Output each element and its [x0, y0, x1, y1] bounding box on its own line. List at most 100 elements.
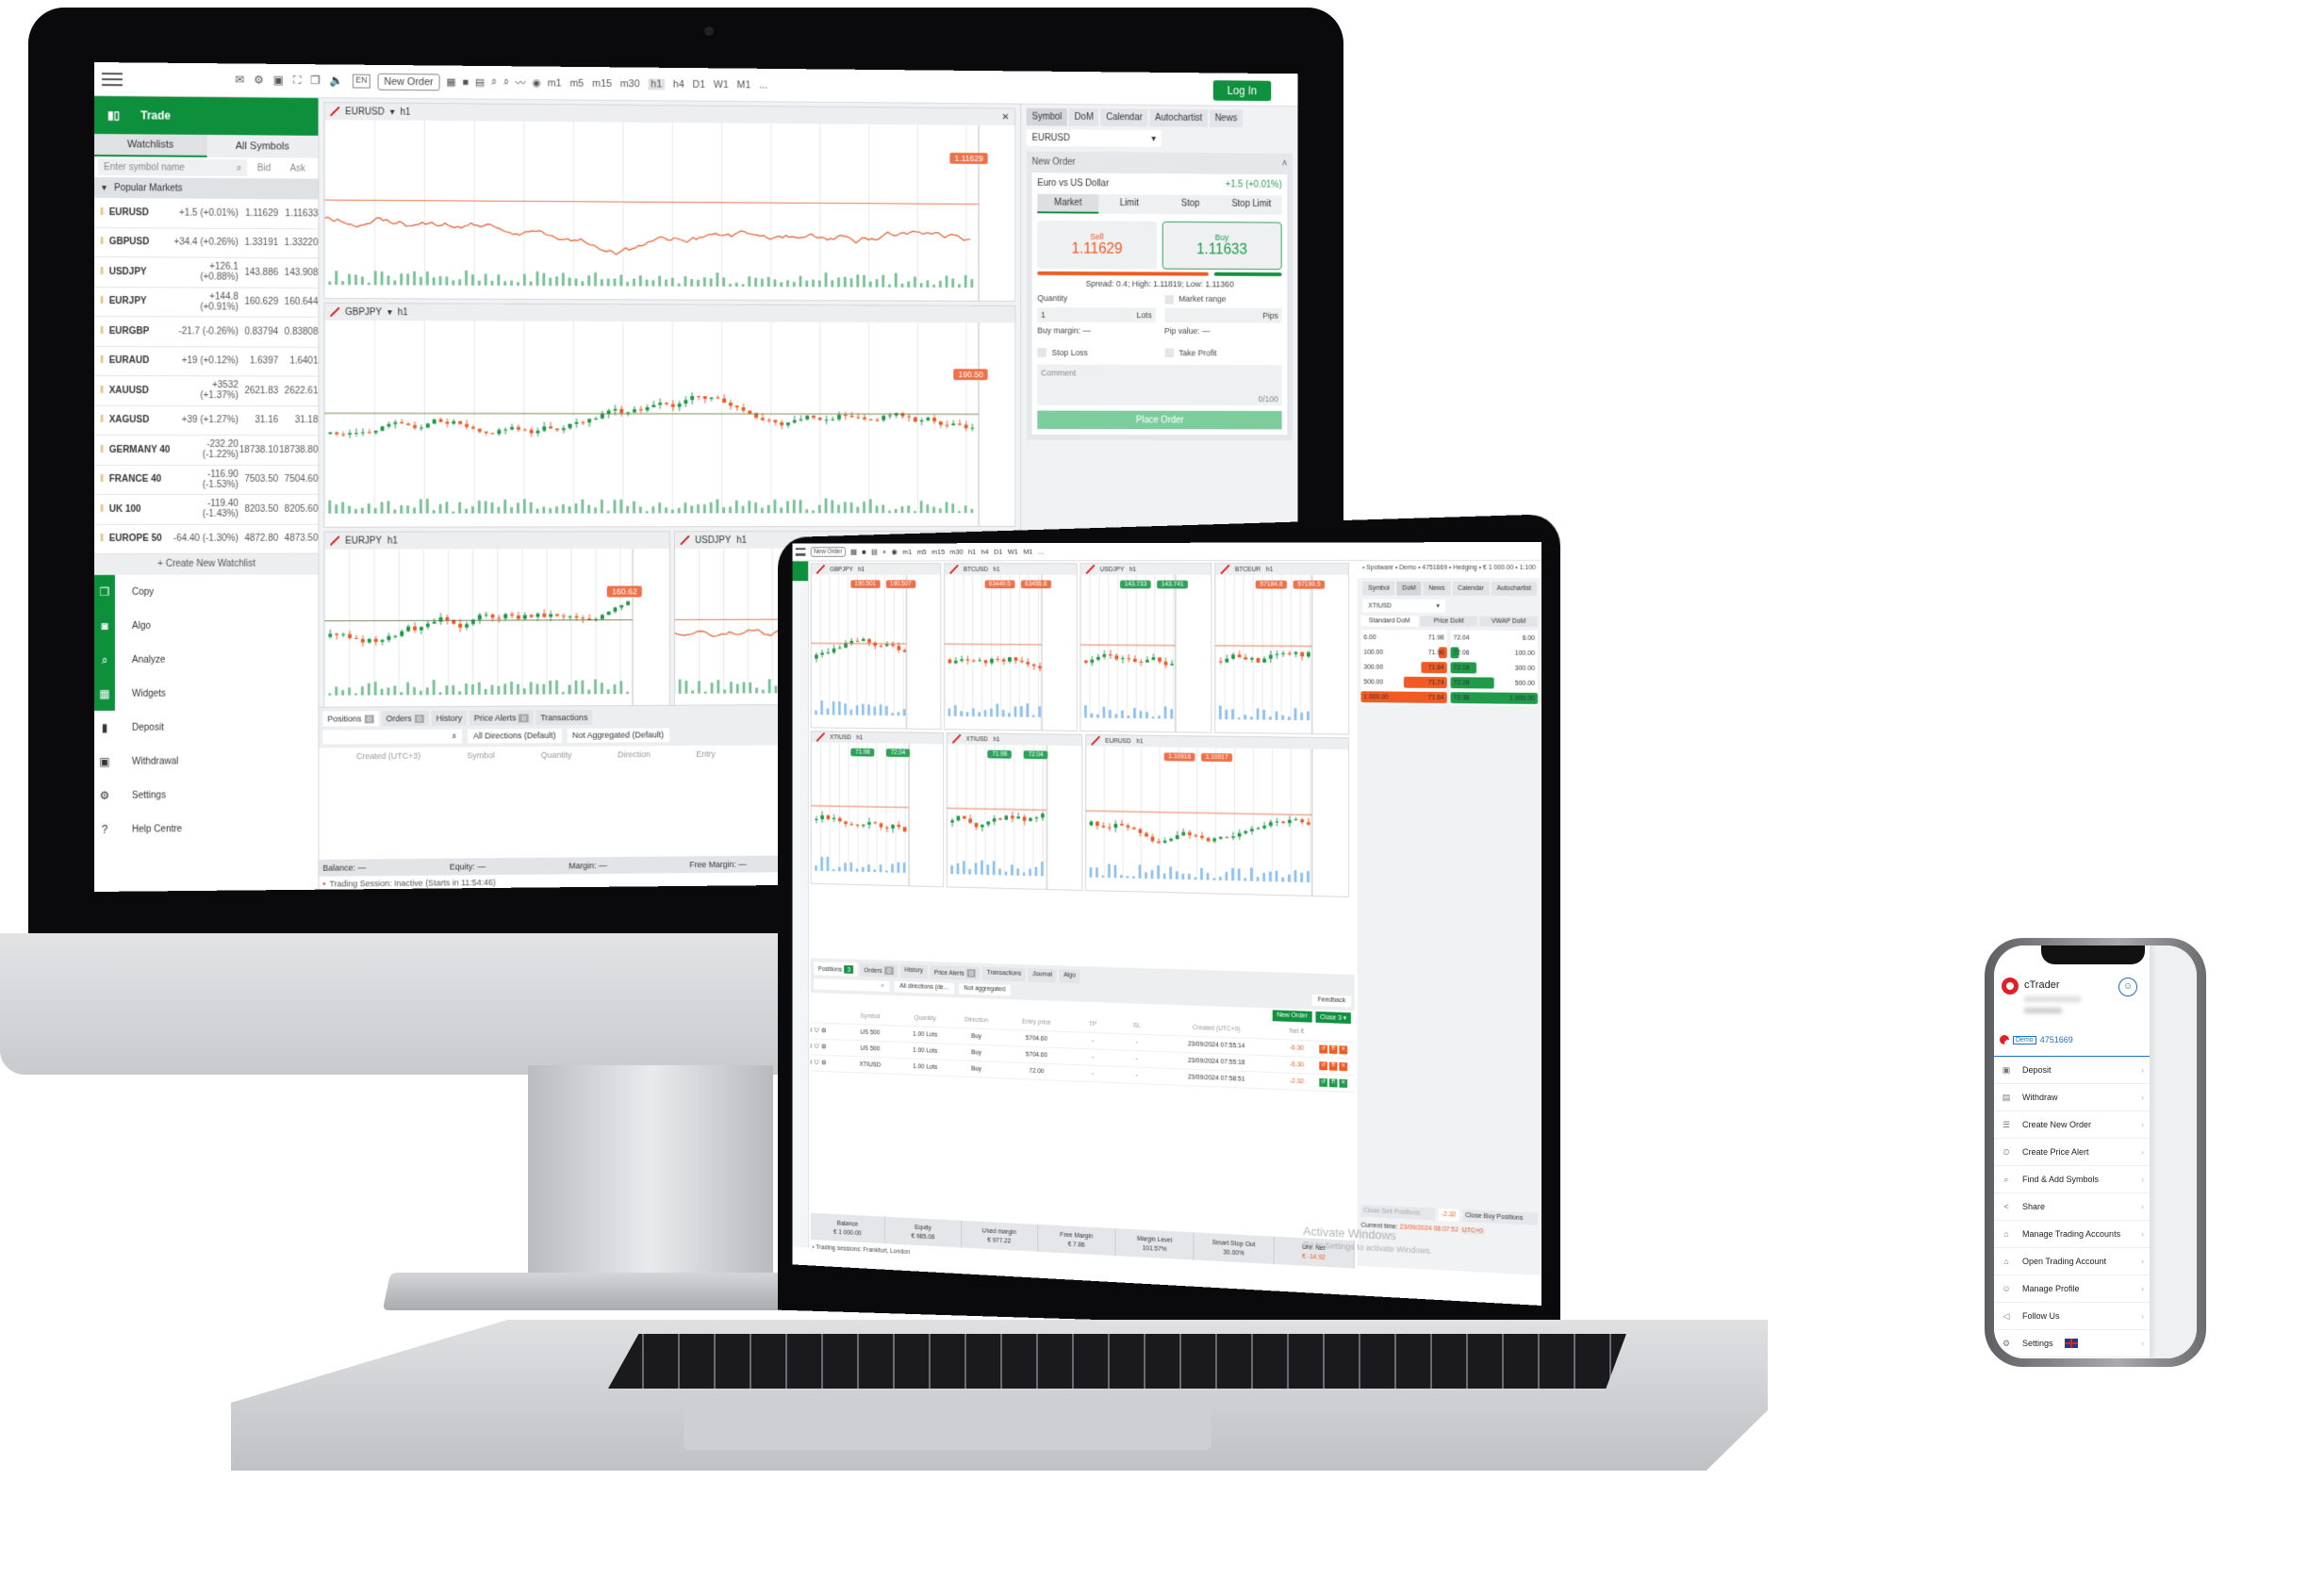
chart-timeframe[interactable]: h1: [1136, 738, 1143, 745]
order-type-stop[interactable]: Stop: [1160, 194, 1222, 215]
take-profit-checkbox[interactable]: Take Profit: [1164, 348, 1282, 358]
drawer-item-create-price-alert[interactable]: ⏲ Create Price Alert ›: [1994, 1139, 2150, 1166]
drawer-item-share[interactable]: < Share ›: [1994, 1193, 2150, 1221]
drag-handle-icon[interactable]: ‖: [100, 445, 109, 455]
double-up-icon[interactable]: ⇈: [1328, 1061, 1338, 1071]
gear-icon[interactable]: ⚙: [821, 1060, 827, 1066]
watchlist-group-header[interactable]: ▾ Popular Markets: [94, 177, 319, 200]
symbol-search-input[interactable]: Enter symbol name ⌕: [97, 158, 248, 177]
order-type-stop-limit[interactable]: Stop Limit: [1221, 195, 1282, 215]
tab-orders[interactable]: Orders 0: [860, 962, 898, 978]
copy-icon[interactable]: ❐: [310, 74, 321, 88]
dom-mode-price-dom[interactable]: Price DoM: [1420, 616, 1478, 627]
indicator-icon[interactable]: 〰: [516, 75, 526, 90]
timeframe-...[interactable]: ...: [759, 79, 767, 90]
drawing-icon[interactable]: [952, 733, 962, 744]
ask-price[interactable]: 160.644: [278, 297, 319, 307]
drag-handle-icon[interactable]: ‖: [100, 504, 109, 515]
buy-button[interactable]: Buy 1.11633: [1162, 221, 1282, 271]
market-range-checkbox[interactable]: Market range: [1164, 294, 1282, 304]
watchlist-row[interactable]: ‖ USDJPY +126.1 (+0.88%) 143.886 143.908: [94, 257, 319, 288]
watchlist-row[interactable]: ‖ FRANCE 40 -116.90 (-1.53%) 7503.50 7504.60: [94, 465, 319, 495]
reverse-icon[interactable]: ↺: [1319, 1077, 1327, 1088]
info-icon[interactable]: i: [811, 1060, 812, 1066]
close-all-button[interactable]: Close 3 ▾: [1315, 1011, 1351, 1025]
watchlist-row[interactable]: ‖ GERMANY 40 -232.20 (-1.22%) 18738.10 18738…: [94, 436, 319, 466]
bid-price[interactable]: 2621.83: [239, 386, 278, 396]
close-icon[interactable]: ✕: [1002, 112, 1010, 123]
new-order-button[interactable]: New Order: [377, 73, 440, 90]
trade-section-header[interactable]: ▮▯ Trade: [94, 96, 319, 136]
chart-symbol[interactable]: BTCEUR: [1235, 567, 1261, 573]
clipboard-icon[interactable]: ▣: [273, 74, 284, 88]
chart-symbol[interactable]: BTCUSD: [964, 567, 988, 573]
positions-search-input[interactable]: ⌕: [814, 978, 890, 993]
chart-symbol[interactable]: GBPJPY: [830, 567, 853, 573]
layout-icon[interactable]: ▦: [850, 548, 857, 556]
bid-price[interactable]: 18738.10: [239, 445, 278, 455]
chart-symbol[interactable]: GBPJPY: [345, 307, 382, 318]
dom-ask-row[interactable]: 72.28 500.00: [1450, 675, 1538, 691]
close-sell-positions-button[interactable]: Close Sell Positions: [1360, 1204, 1436, 1221]
single-chart-icon[interactable]: ■: [862, 548, 865, 556]
chart-timeframe[interactable]: h1: [994, 567, 1000, 573]
feedback-button[interactable]: Feedback: [1311, 995, 1351, 1008]
menu-icon[interactable]: [101, 72, 123, 86]
ask-price[interactable]: 0.83808: [278, 326, 319, 337]
dom-ask-row[interactable]: 72.04 6.00: [1451, 631, 1538, 646]
stop-loss-checkbox[interactable]: Stop Loss: [1037, 348, 1155, 358]
buy-price-tag[interactable]: 72.04: [886, 748, 910, 758]
quantity-stepper[interactable]: 1 Lots: [1037, 306, 1156, 322]
price-level-line[interactable]: [812, 643, 907, 644]
info-icon[interactable]: i: [811, 1028, 812, 1034]
dom-bid-row[interactable]: 1 000.00 71.64: [1360, 689, 1447, 705]
order-type-limit[interactable]: Limit: [1098, 194, 1161, 215]
ask-price[interactable]: 18738.80: [278, 445, 318, 455]
chart-eurusd[interactable]: EURUSD ▾ h1 ✕ 1.11629: [323, 102, 1016, 303]
watchlist-row[interactable]: ‖ XAUUSD +3532 (+1.37%) 2621.83 2622.61: [94, 376, 319, 406]
price-level-line[interactable]: [1086, 811, 1312, 814]
uk-flag-icon[interactable]: [2064, 1339, 2078, 1348]
tab-calendar[interactable]: Calendar: [1100, 108, 1148, 127]
sell-price-tag[interactable]: 63449.5: [984, 580, 1015, 589]
tab-news[interactable]: News: [1423, 581, 1451, 596]
log-in-button[interactable]: Log In: [1212, 80, 1272, 102]
chevron-down-icon[interactable]: ▾: [390, 107, 395, 117]
eye-icon[interactable]: ◉: [892, 548, 898, 556]
tab-positions[interactable]: Positions 3: [814, 962, 858, 977]
chart-symbol[interactable]: XTIUSD: [966, 736, 988, 743]
chart-timeframe[interactable]: h1: [1266, 567, 1273, 573]
dom-bid-row[interactable]: 300.00 71.84: [1361, 660, 1447, 676]
aggregation-filter[interactable]: Not aggregated: [958, 983, 1011, 996]
drag-handle-icon[interactable]: ‖: [100, 207, 109, 218]
watchlist-row[interactable]: ‖ EURAUD +19 (+0.12%) 1.6397 1.6401: [94, 346, 319, 377]
price-level-line[interactable]: [324, 413, 979, 414]
chart-xtiusd[interactable]: XTIUSD h1 71.98 72.04: [946, 732, 1083, 891]
chart-timeframe[interactable]: h1: [398, 307, 408, 318]
price-level-line[interactable]: [324, 200, 979, 204]
ask-price[interactable]: 143.908: [278, 268, 319, 278]
drawer-item-deposit[interactable]: ▣ Deposit ›: [1994, 1057, 2150, 1084]
zoom-in-icon[interactable]: ⌕: [491, 76, 497, 89]
timeframe-m1[interactable]: m1: [548, 77, 562, 89]
drag-handle-icon[interactable]: ‖: [100, 386, 109, 396]
shield-icon[interactable]: ⛉: [815, 1060, 819, 1067]
ask-price[interactable]: 2622.61: [278, 386, 319, 396]
buy-price-tag[interactable]: 143.741: [1157, 580, 1189, 589]
chevron-up-icon[interactable]: ˄: [1282, 159, 1288, 170]
bid-price[interactable]: 160.629: [239, 297, 278, 307]
timeframe-W1[interactable]: W1: [1008, 548, 1018, 556]
tab-symbol[interactable]: Symbol: [1026, 107, 1068, 126]
split-chart-icon[interactable]: ▤: [871, 548, 878, 556]
tab-symbol[interactable]: Symbol: [1362, 581, 1395, 596]
drawer-item-manage-profile[interactable]: ☺ Manage Profile ›: [1994, 1275, 2150, 1303]
sound-icon[interactable]: 🔈: [330, 74, 344, 88]
drag-handle-icon[interactable]: ‖: [100, 296, 109, 306]
sell-price-tag[interactable]: 71.98: [987, 749, 1012, 759]
drawing-icon[interactable]: [330, 306, 340, 317]
drawer-item-create-new-order[interactable]: ☰ Create New Order ›: [1994, 1111, 2150, 1139]
tab-autochartist[interactable]: Autochartist: [1149, 108, 1208, 127]
tab-dom[interactable]: DoM: [1069, 108, 1099, 126]
new-order-header[interactable]: New Order ˄: [1032, 157, 1288, 170]
column-header[interactable]: Created (UTC+0): [1159, 1024, 1275, 1034]
